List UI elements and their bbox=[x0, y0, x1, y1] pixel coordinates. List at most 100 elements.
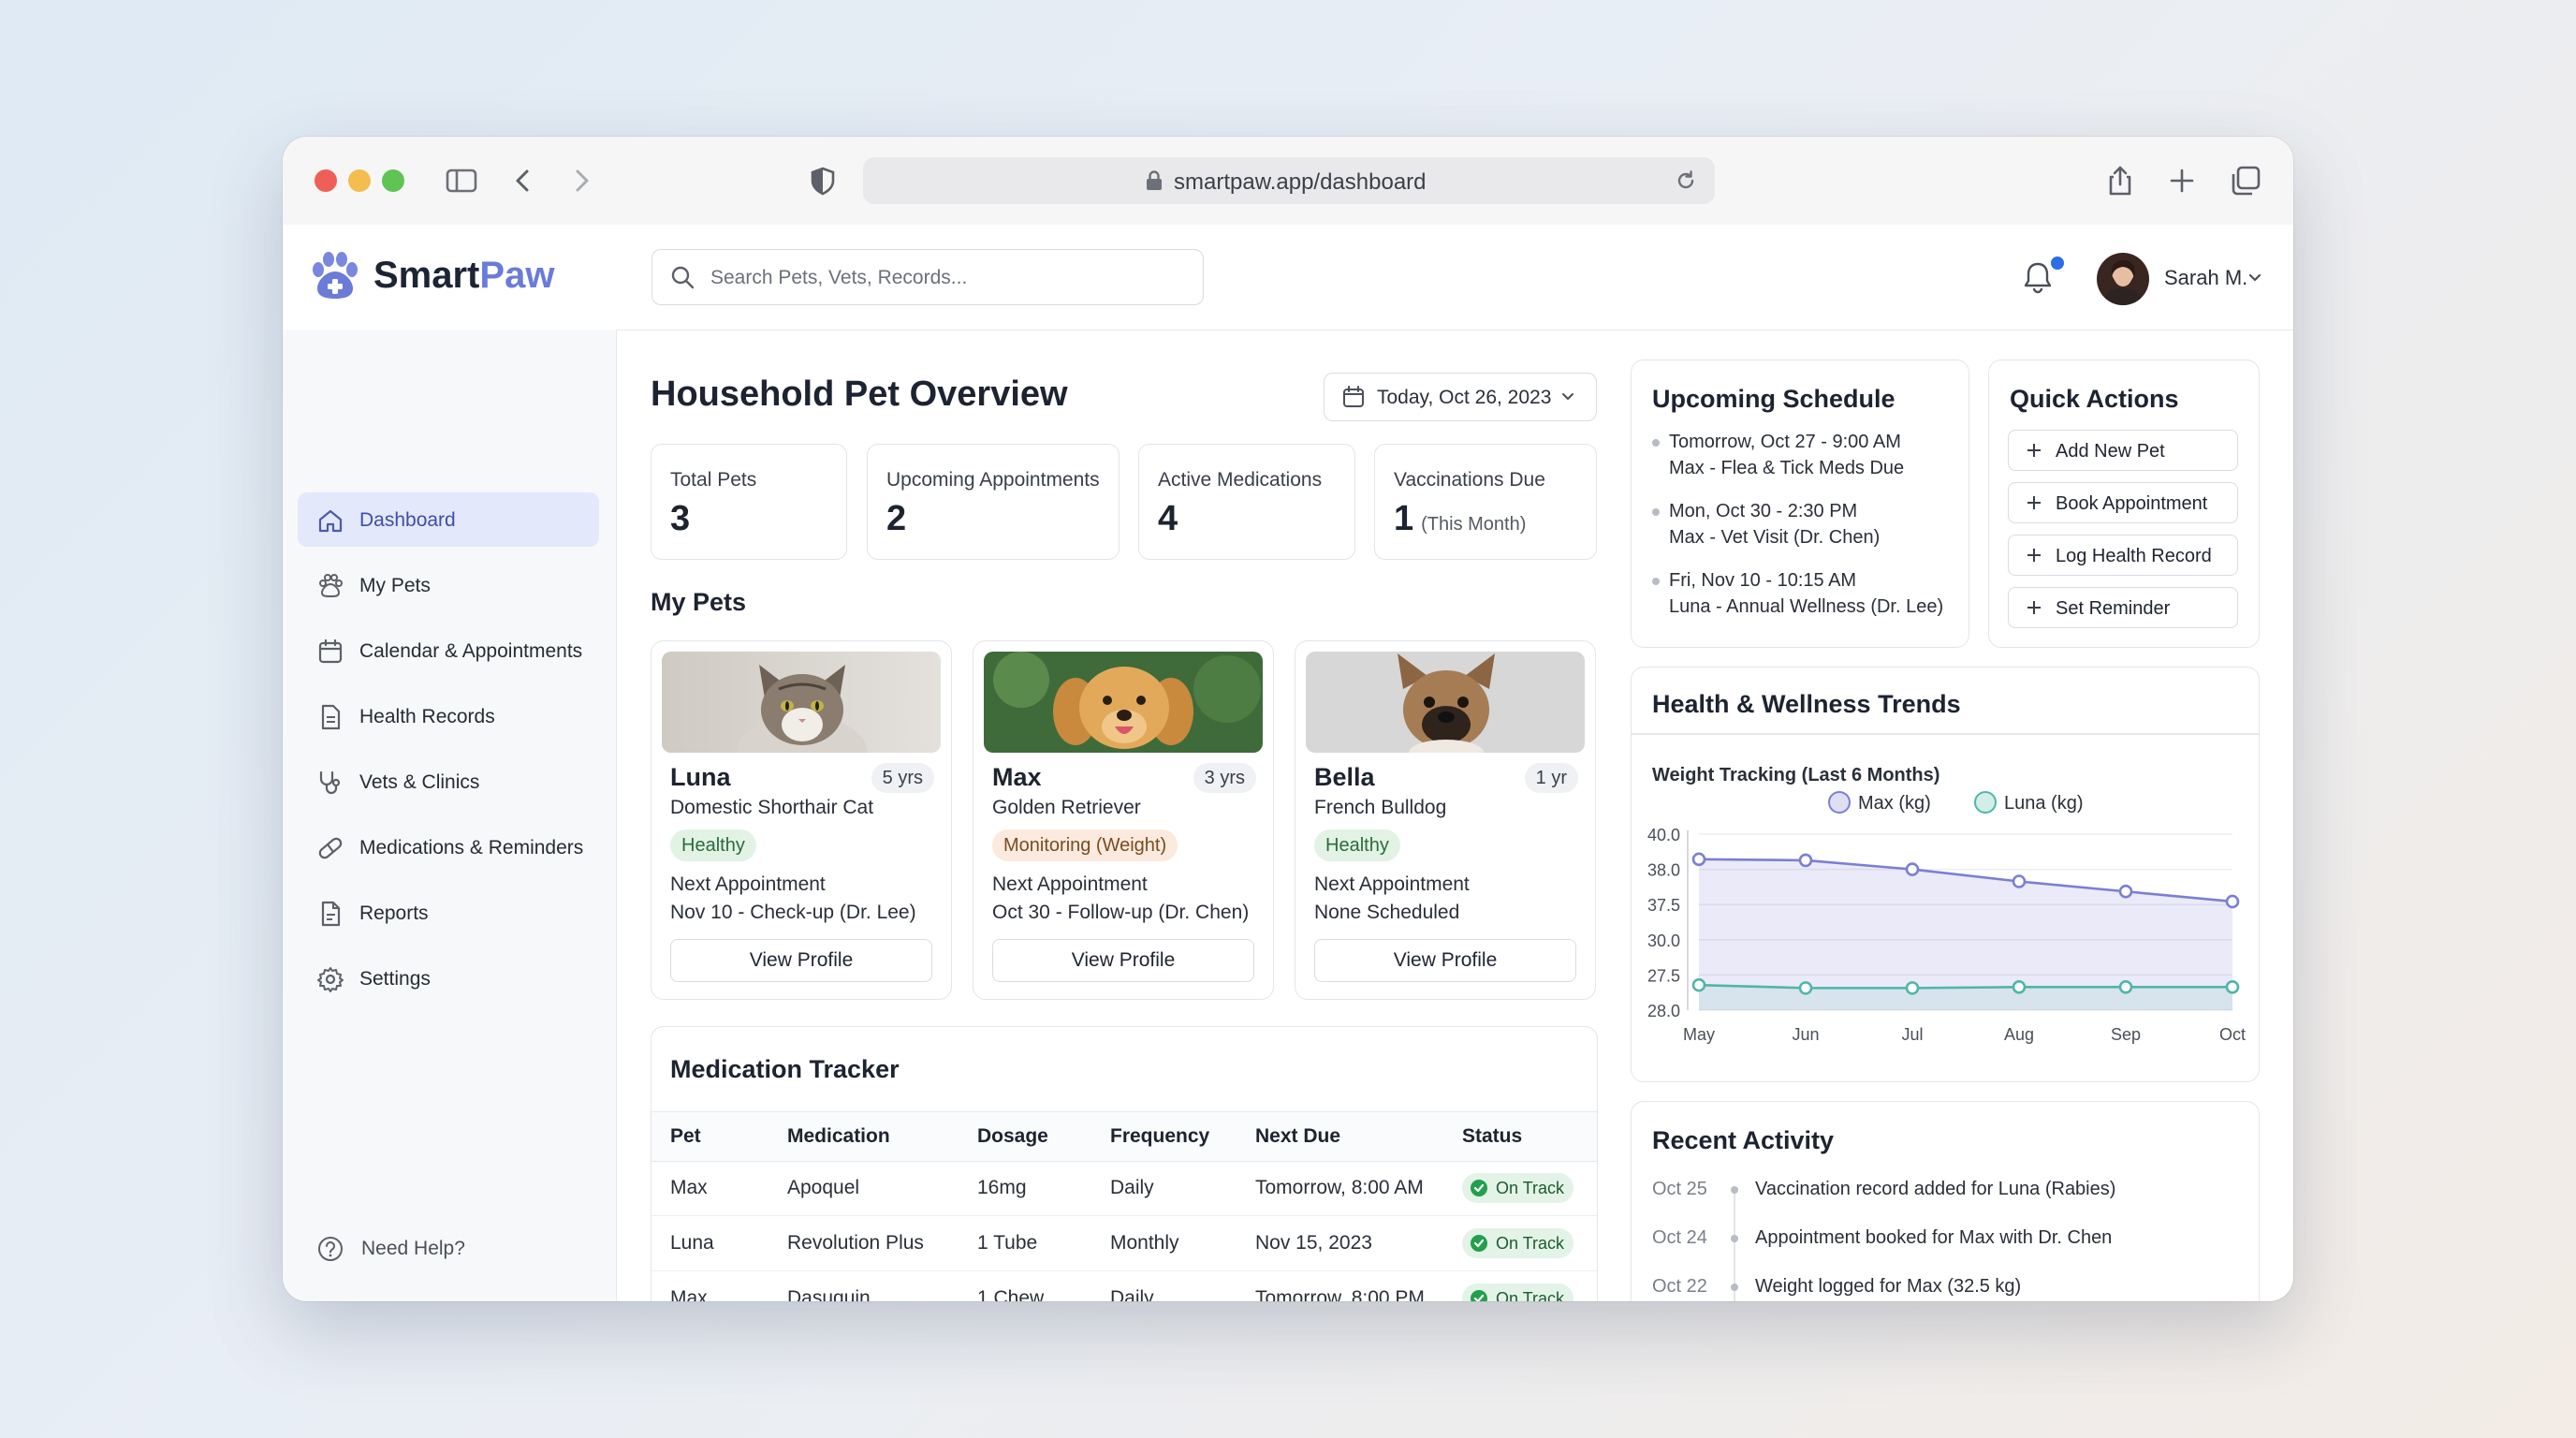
recent-activity-card: Recent Activity Oct 25 Vaccination recor… bbox=[1631, 1101, 2260, 1301]
activity-text: Appointment booked for Max with Dr. Chen bbox=[1755, 1227, 2113, 1248]
set-reminder-button[interactable]: Set Reminder bbox=[2008, 587, 2238, 628]
back-icon[interactable] bbox=[505, 163, 541, 198]
schedule-item[interactable]: Tomorrow, Oct 27 - 9:00 AM Max - Flea & … bbox=[1652, 432, 1961, 488]
address-bar[interactable]: smartpaw.app/dashboard bbox=[863, 157, 1715, 204]
search-icon bbox=[671, 266, 695, 289]
minimize-window-button[interactable] bbox=[348, 169, 371, 192]
activity-item[interactable]: Oct 25 Vaccination record added for Luna… bbox=[1652, 1177, 2232, 1205]
table-row[interactable]: Max Dasuquin 1 Chew Daily Tomorrow, 8:00… bbox=[651, 1271, 1597, 1301]
sidebar-item-label: Settings bbox=[359, 968, 431, 990]
data-point bbox=[1905, 981, 1920, 995]
plus-icon bbox=[2027, 601, 2041, 614]
stat-value: 4 bbox=[1158, 499, 1178, 538]
schedule-item[interactable]: Fri, Nov 10 - 10:15 AM Luna - Annual Wel… bbox=[1652, 570, 1961, 626]
stat-card-total-pets: Total Pets 3 bbox=[651, 444, 847, 560]
home-icon bbox=[318, 509, 343, 533]
data-point bbox=[2012, 979, 2027, 994]
table-row[interactable]: Luna Revolution Plus 1 Tube Monthly Nov … bbox=[651, 1216, 1597, 1271]
sidebar-item-dashboard[interactable]: Dashboard bbox=[298, 492, 599, 547]
cell-pet: Luna bbox=[670, 1232, 714, 1254]
status-badge: On Track bbox=[1462, 1228, 1574, 1258]
data-point bbox=[2225, 894, 2240, 909]
status-badge: On Track bbox=[1462, 1173, 1574, 1203]
recent-activity-title: Recent Activity bbox=[1652, 1126, 1835, 1154]
reload-icon[interactable] bbox=[1674, 169, 1698, 193]
activity-item[interactable]: Oct 22 Weight logged for Max (32.5 kg) bbox=[1652, 1274, 2232, 1301]
gear-icon bbox=[317, 967, 344, 992]
activity-date: Oct 22 bbox=[1652, 1276, 1707, 1297]
schedule-description: Max - Flea & Tick Meds Due bbox=[1669, 458, 1905, 478]
y-tick-label: 37.5 bbox=[1647, 896, 1680, 915]
series-area bbox=[1699, 985, 2232, 1010]
pet-breed: Domestic Shorthair Cat bbox=[670, 797, 874, 818]
sidebar-item-vets-clinics[interactable]: Vets & Clinics bbox=[298, 755, 599, 809]
browser-toolbar: smartpaw.app/dashboard bbox=[283, 137, 2293, 226]
chevron-down-icon[interactable] bbox=[2247, 270, 2263, 286]
data-point bbox=[1798, 981, 1813, 995]
health-trends-title: Health & Wellness Trends bbox=[1652, 690, 1961, 718]
privacy-shield-icon[interactable] bbox=[805, 163, 841, 198]
cell-medication: Apoquel bbox=[787, 1177, 860, 1198]
share-icon[interactable] bbox=[2102, 163, 2138, 198]
cell-next-due: Tomorrow, 8:00 PM bbox=[1255, 1287, 1425, 1301]
sidebar-toggle-icon[interactable] bbox=[444, 163, 479, 198]
table-row[interactable]: Max Apoquel 16mg Daily Tomorrow, 8:00 AM… bbox=[651, 1161, 1597, 1216]
app-header: SmartPaw Sarah M. bbox=[283, 225, 2293, 330]
view-profile-button-luna[interactable]: View Profile bbox=[670, 939, 932, 982]
need-help-link[interactable]: Need Help? bbox=[316, 1230, 560, 1268]
close-window-button[interactable] bbox=[315, 169, 337, 192]
sidebar-item-settings[interactable]: Settings bbox=[298, 951, 599, 1005]
sidebar-item-label: My Pets bbox=[359, 575, 431, 596]
timeline-dot bbox=[1652, 439, 1660, 447]
sidebar-item-calendar[interactable]: Calendar & Appointments bbox=[298, 624, 599, 678]
book-appointment-button[interactable]: Book Appointment bbox=[2008, 482, 2238, 523]
new-tab-icon[interactable] bbox=[2164, 163, 2200, 198]
dog-photo-icon bbox=[984, 652, 1263, 753]
my-pets-heading: My Pets bbox=[651, 588, 747, 616]
forward-icon[interactable] bbox=[564, 163, 599, 198]
activity-text: Weight logged for Max (32.5 kg) bbox=[1755, 1276, 2022, 1297]
weight-tracking-subtitle: Weight Tracking (Last 6 Months) bbox=[1652, 765, 1940, 785]
user-name[interactable]: Sarah M. bbox=[2164, 266, 2247, 290]
cell-frequency: Monthly bbox=[1110, 1232, 1179, 1254]
log-health-record-button[interactable]: Log Health Record bbox=[2008, 535, 2238, 576]
sidebar-item-health-records[interactable]: Health Records bbox=[298, 689, 599, 743]
sidebar-item-label: Medications & Reminders bbox=[359, 837, 584, 858]
maximize-window-button[interactable] bbox=[382, 169, 404, 192]
plus-icon bbox=[2027, 444, 2041, 457]
x-tick-label: Jul bbox=[1901, 1025, 1923, 1044]
tab-overview-icon[interactable] bbox=[2228, 163, 2263, 198]
sidebar-item-reports[interactable]: Reports bbox=[298, 886, 599, 940]
quick-actions-card: Quick Actions Add New Pet Book Appointme… bbox=[1988, 360, 2260, 648]
activity-item[interactable]: Oct 24 Appointment booked for Max with D… bbox=[1652, 1225, 2232, 1254]
schedule-item[interactable]: Mon, Oct 30 - 2:30 PM Max - Vet Visit (D… bbox=[1652, 501, 1961, 557]
calendar-icon bbox=[1343, 386, 1364, 407]
data-point bbox=[1905, 862, 1920, 876]
calendar-icon bbox=[318, 638, 343, 664]
activity-date: Oct 24 bbox=[1652, 1227, 1707, 1248]
quick-actions-title: Quick Actions bbox=[2010, 385, 2179, 413]
pet-next-appointment-label: Next Appointment bbox=[1314, 873, 1470, 895]
timeline-dot bbox=[1731, 1284, 1738, 1291]
legend-label: Luna (kg) bbox=[2004, 793, 2084, 814]
view-profile-button-bella[interactable]: View Profile bbox=[1314, 939, 1576, 982]
chevron-down-icon bbox=[1562, 393, 1573, 400]
view-profile-button-max[interactable]: View Profile bbox=[992, 939, 1254, 982]
divider bbox=[1632, 733, 2259, 735]
medication-table-header: Pet Medication Dosage Frequency Next Due… bbox=[651, 1111, 1597, 1162]
x-tick-label: Aug bbox=[2004, 1025, 2034, 1044]
report-icon bbox=[321, 901, 341, 927]
column-header-frequency: Frequency bbox=[1110, 1125, 1210, 1147]
sidebar-item-my-pets[interactable]: My Pets bbox=[298, 558, 599, 612]
add-new-pet-button[interactable]: Add New Pet bbox=[2008, 430, 2238, 471]
x-tick-label: Sep bbox=[2111, 1025, 2141, 1044]
user-photo-icon bbox=[2102, 260, 2144, 305]
sidebar-item-medications[interactable]: Medications & Reminders bbox=[298, 820, 599, 874]
search-input[interactable] bbox=[709, 259, 1180, 297]
user-avatar[interactable] bbox=[2097, 253, 2149, 305]
cell-dosage: 1 Tube bbox=[977, 1232, 1038, 1254]
date-picker-button[interactable]: Today, Oct 26, 2023 bbox=[1324, 373, 1597, 421]
schedule-time: Fri, Nov 10 - 10:15 AM bbox=[1669, 570, 1857, 591]
search-box[interactable] bbox=[651, 249, 1204, 305]
cell-medication: Dasuquin bbox=[787, 1287, 871, 1301]
